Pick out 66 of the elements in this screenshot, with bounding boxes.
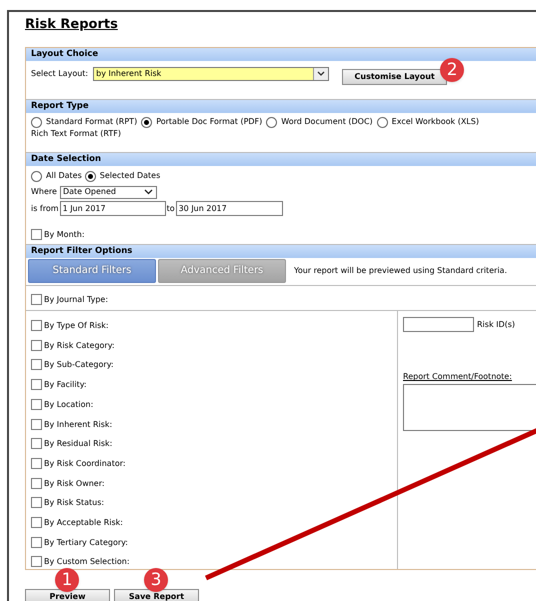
format-option-label: Portable Doc Format (PDF) xyxy=(156,116,262,128)
radio-button[interactable] xyxy=(84,170,96,182)
checkbox[interactable] xyxy=(31,379,42,390)
from-label: is from xyxy=(31,202,59,214)
checkbox[interactable] xyxy=(31,228,42,240)
where-label: Where xyxy=(31,186,57,198)
field-label: Select Layout: xyxy=(31,68,88,80)
filter-label: By Custom Selection: xyxy=(44,557,130,568)
radio-button[interactable] xyxy=(31,170,42,182)
filter-label: By Residual Risk: xyxy=(44,439,112,450)
to-date-field[interactable]: 30 Jun 2017 xyxy=(176,201,283,216)
filter-label: By Location: xyxy=(44,400,94,410)
checkbox[interactable] xyxy=(31,320,42,332)
preview-note: Your report will be previewed using Standard criteria. xyxy=(294,264,507,277)
layout-select[interactable]: by Inherent Risk xyxy=(93,67,330,81)
risk-id-field[interactable] xyxy=(403,317,474,332)
filter-label: By Risk Owner: xyxy=(44,478,105,489)
checkbox[interactable] xyxy=(31,458,42,469)
dropdown-caret-icon xyxy=(313,68,328,80)
comment-label: Report Comment/Footnote: xyxy=(403,371,513,384)
checkbox[interactable] xyxy=(31,536,42,548)
filter-label: By Risk Coordinator: xyxy=(44,458,126,469)
dropdown-caret-icon xyxy=(144,189,153,195)
date-mode-label: All Dates xyxy=(46,170,82,182)
section-header: Report Type xyxy=(26,100,536,113)
page-title: Risk Reports xyxy=(25,16,119,34)
filter-label: By Month: xyxy=(44,230,85,240)
action-button[interactable]: Preview xyxy=(25,589,110,601)
filter-label: By Inherent Risk: xyxy=(44,420,112,430)
checkbox[interactable] xyxy=(31,340,42,351)
filter-label: By Sub-Category: xyxy=(44,360,114,370)
from-date-field[interactable]: 1 Jun 2017 xyxy=(60,201,166,216)
section-header: Date Selection xyxy=(26,153,536,166)
filter-label: By Risk Category: xyxy=(44,340,115,351)
filter-label: By Facility: xyxy=(44,380,87,390)
format-option-label: Standard Format (RPT) xyxy=(46,116,138,128)
checkbox[interactable] xyxy=(31,398,42,410)
checkbox[interactable] xyxy=(31,438,42,450)
filter-label: By Type Of Risk: xyxy=(44,321,109,332)
comment-field[interactable] xyxy=(403,384,536,432)
filter-label: By Acceptable Risk: xyxy=(44,518,123,528)
filter-label: By Journal Type: xyxy=(44,295,108,306)
action-button[interactable]: Save Report xyxy=(114,589,199,601)
checkbox[interactable] xyxy=(31,478,42,489)
date-field-select[interactable]: Date Opened xyxy=(60,186,157,198)
risk-id-label: Risk ID(s) xyxy=(477,318,516,331)
format-option-label: Rich Text Format (RTF) xyxy=(31,128,121,140)
format-option-label: Excel Workbook (XLS) xyxy=(392,116,479,128)
checkbox[interactable] xyxy=(31,516,42,528)
checkbox[interactable] xyxy=(31,294,42,306)
section-header: Layout Choice xyxy=(26,48,536,61)
date-mode-label: Selected Dates xyxy=(100,170,160,182)
radio-button[interactable] xyxy=(141,116,152,128)
format-option-label: Word Document (DOC) xyxy=(281,116,373,128)
to-label: to xyxy=(166,202,175,214)
checkbox[interactable] xyxy=(31,556,42,568)
radio-button[interactable] xyxy=(31,116,42,128)
checkbox[interactable] xyxy=(31,497,42,508)
filter-label: By Risk Status: xyxy=(44,498,104,508)
filter-label: By Tertiary Category: xyxy=(44,538,128,548)
checkbox[interactable] xyxy=(31,359,42,370)
radio-button[interactable] xyxy=(266,116,278,128)
radio-button[interactable] xyxy=(376,116,388,128)
checkbox[interactable] xyxy=(31,418,42,430)
customise-layout-button[interactable]: Customise Layout xyxy=(342,69,448,85)
section-header: Report Filter Options xyxy=(26,244,536,258)
